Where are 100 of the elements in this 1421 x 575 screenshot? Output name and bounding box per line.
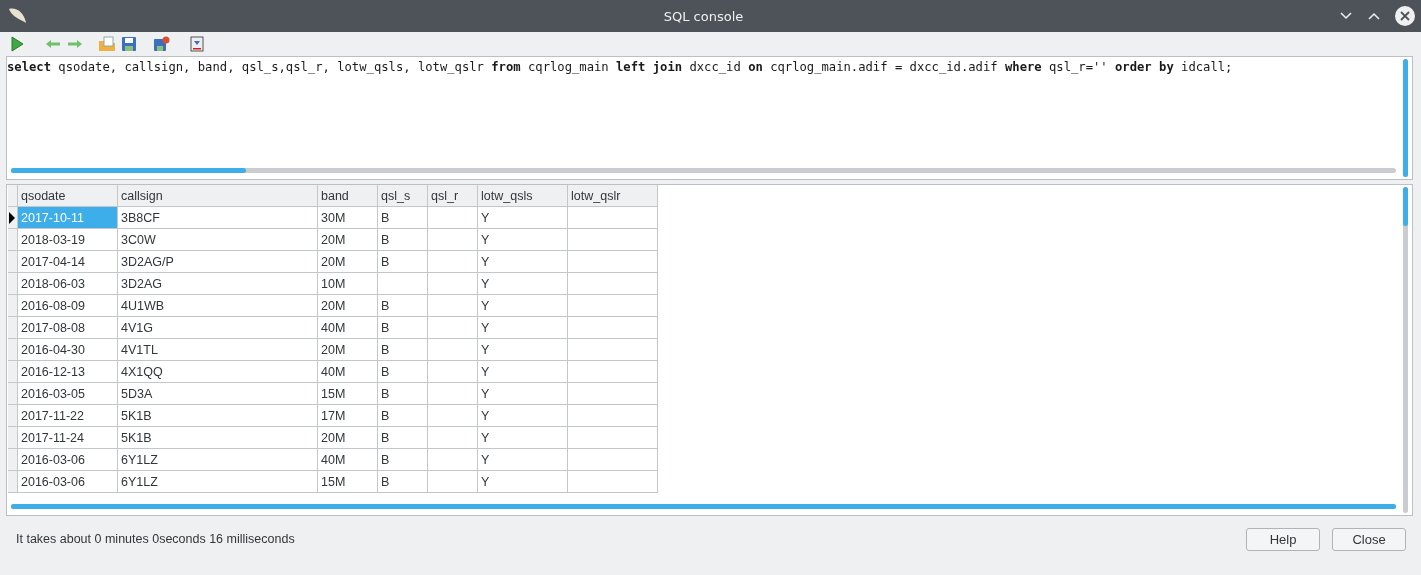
table-cell: Y — [478, 361, 568, 383]
table-cell: 4V1G — [118, 317, 318, 339]
table-cell — [428, 229, 478, 251]
column-header[interactable]: qsl_s — [378, 185, 428, 207]
table-cell — [428, 251, 478, 273]
table-cell: B — [378, 383, 428, 405]
sql-editor[interactable]: select qsodate, callsign, band, qsl_s,qsl_r, lotw_qsls, lotw_qslr from cqrlog_main left join dxcc_id on cqrlog_main.adif = dxcc_id.adif where qsl_r='' order by idcall; — [6, 56, 1413, 180]
table-cell — [428, 317, 478, 339]
table-cell: 3B8CF — [118, 207, 318, 229]
feather-icon — [6, 6, 28, 26]
table-cell: 2016-08-09 — [18, 295, 118, 317]
table-cell: 15M — [318, 471, 378, 493]
table-cell: 10M — [318, 273, 378, 295]
table-cell: Y — [478, 229, 568, 251]
table-cell: B — [378, 317, 428, 339]
close-button[interactable]: Close — [1332, 527, 1406, 551]
export-icon[interactable] — [188, 35, 206, 53]
table-cell: B — [378, 405, 428, 427]
column-header[interactable]: lotw_qslr — [568, 185, 658, 207]
table-cell — [428, 339, 478, 361]
table-cell: 2018-06-03 — [18, 273, 118, 295]
column-header[interactable]: band — [318, 185, 378, 207]
table-cell: 20M — [318, 295, 378, 317]
table-cell: Y — [478, 405, 568, 427]
maximize-icon[interactable] — [1367, 11, 1381, 21]
table-cell: 40M — [318, 361, 378, 383]
table-cell: 2018-03-19 — [18, 229, 118, 251]
table-cell: B — [378, 427, 428, 449]
table-cell — [428, 273, 478, 295]
table-cell: 20M — [318, 251, 378, 273]
table-cell: 4V1TL — [118, 339, 318, 361]
table-cell: 6Y1LZ — [118, 449, 318, 471]
close-icon[interactable] — [1395, 6, 1415, 26]
table-cell: Y — [478, 383, 568, 405]
table-cell: 5D3A — [118, 383, 318, 405]
table-cell: Y — [478, 471, 568, 493]
table-cell: 17M — [318, 405, 378, 427]
table-cell — [428, 471, 478, 493]
window-title: SQL console — [662, 8, 744, 24]
save-as-icon[interactable] — [152, 35, 170, 53]
current-row-icon — [8, 211, 16, 224]
table-cell: Y — [478, 449, 568, 471]
table-cell: Y — [478, 207, 568, 229]
sql-query: select qsodate, callsign, band, qsl_s,qsl_r, lotw_qsls, lotw_qslr from cqrlog_main left join dxcc_id on cqrlog_main.adif = dxcc_id.adif where qsl_r='' order by idcall; — [7, 59, 1233, 74]
play-icon[interactable] — [8, 35, 26, 53]
table-cell: 2017-04-14 — [18, 251, 118, 273]
table-cell: 2016-03-05 — [18, 383, 118, 405]
horizontal-scrollbar[interactable] — [11, 504, 1396, 509]
table-cell: Y — [478, 273, 568, 295]
table-cell: 30M — [318, 207, 378, 229]
table-cell: 20M — [318, 229, 378, 251]
table-cell — [428, 427, 478, 449]
table-cell — [428, 449, 478, 471]
table-cell: B — [378, 229, 428, 251]
table-cell: 2017-11-24 — [18, 427, 118, 449]
table-cell: B — [378, 295, 428, 317]
table-cell: Y — [478, 317, 568, 339]
table-cell: 3D2AG — [118, 273, 318, 295]
table-cell: 2016-04-30 — [18, 339, 118, 361]
column-header[interactable]: callsign — [118, 185, 318, 207]
status-text: It takes about 0 minutes 0seconds 16 milliseconds — [16, 532, 295, 546]
help-button[interactable]: Help — [1246, 527, 1320, 551]
column-header[interactable]: qsodate — [18, 185, 118, 207]
table-cell: B — [378, 339, 428, 361]
table-cell: 2017-10-11 — [18, 207, 118, 229]
minimize-icon[interactable] — [1339, 11, 1353, 21]
horizontal-scrollbar[interactable] — [11, 168, 1396, 173]
table-cell: 4X1QQ — [118, 361, 318, 383]
table-cell: B — [378, 251, 428, 273]
table-cell — [428, 207, 478, 229]
table-cell — [428, 361, 478, 383]
table-cell — [428, 383, 478, 405]
table-cell: B — [378, 207, 428, 229]
table-cell: Y — [478, 339, 568, 361]
table-cell: 40M — [318, 449, 378, 471]
column-header[interactable]: qsl_r — [428, 185, 478, 207]
table-cell: 4U1WB — [118, 295, 318, 317]
table-cell: 2016-12-13 — [18, 361, 118, 383]
table-cell: 2017-08-08 — [18, 317, 118, 339]
table-cell: 3D2AG/P — [118, 251, 318, 273]
table-cell: 5K1B — [118, 405, 318, 427]
table-cell: 2016-03-06 — [18, 471, 118, 493]
table-cell: 20M — [318, 339, 378, 361]
table-cell: 3C0W — [118, 229, 318, 251]
table-cell — [378, 273, 428, 295]
table-cell: B — [378, 361, 428, 383]
table-cell: 5K1B — [118, 427, 318, 449]
table-cell: B — [378, 471, 428, 493]
table-cell — [428, 295, 478, 317]
table-cell: 15M — [318, 383, 378, 405]
vertical-scrollbar[interactable] — [1403, 59, 1408, 177]
vertical-scrollbar[interactable] — [1403, 187, 1408, 513]
table-cell: 2017-11-22 — [18, 405, 118, 427]
column-header[interactable]: lotw_qsls — [478, 185, 568, 207]
table-cell: Y — [478, 251, 568, 273]
table-cell — [428, 405, 478, 427]
save-icon[interactable] — [120, 35, 138, 53]
table-cell: 20M — [318, 427, 378, 449]
open-folder-icon[interactable] — [98, 35, 116, 53]
table-cell: 40M — [318, 317, 378, 339]
